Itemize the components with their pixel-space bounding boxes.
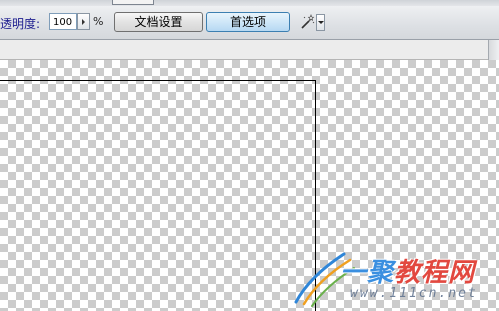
options-toolbar: 不透明度: 100 % 文档设置 首选项 <box>0 6 499 40</box>
tool-dropdown-arrow[interactable] <box>316 14 325 31</box>
watermark-title-part1: 一聚 <box>340 258 395 288</box>
preferences-button[interactable]: 首选项 <box>206 12 290 32</box>
watermark-title-part2: 教程网 <box>394 258 476 288</box>
photoshop-window: 不透明度: 100 % 文档设置 首选项 一聚教程网 w <box>0 0 499 311</box>
opacity-input[interactable]: 100 <box>49 13 77 30</box>
site-watermark: 一聚教程网 www.111cn.net <box>292 246 499 308</box>
watermark-url: www.111cn.net <box>350 286 478 301</box>
magic-wand-icon[interactable] <box>298 14 316 32</box>
watermark-title: 一聚教程网 <box>340 252 475 289</box>
tab-nub[interactable] <box>112 0 154 5</box>
opacity-slider-arrow-button[interactable] <box>77 13 90 30</box>
document-settings-button[interactable]: 文档设置 <box>114 12 203 32</box>
document-boundary <box>0 80 316 311</box>
percent-label: % <box>93 15 104 28</box>
canvas-area[interactable]: 一聚教程网 www.111cn.net <box>0 60 499 311</box>
opacity-label: 不透明度: <box>0 17 41 31</box>
panel-gap <box>0 40 499 100</box>
